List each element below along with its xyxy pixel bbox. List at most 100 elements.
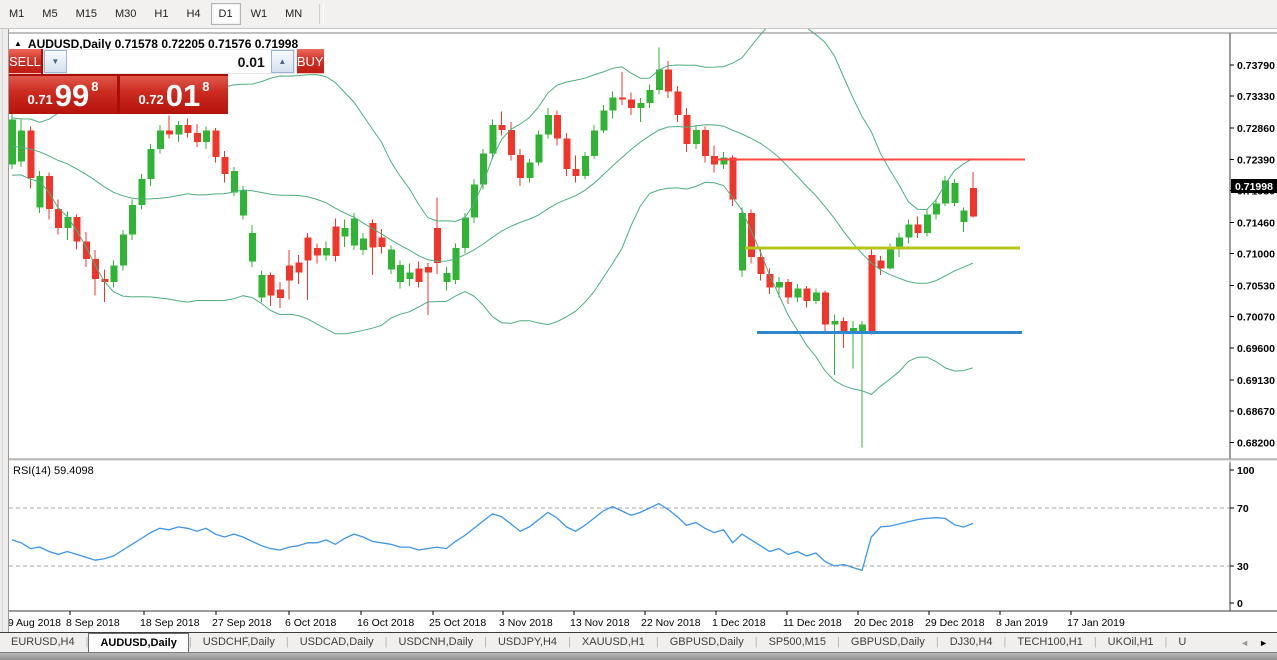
timeframe-button-m15[interactable]: M15: [68, 3, 105, 25]
date-axis-label: 25 Oct 2018: [429, 617, 486, 629]
candle-body: [443, 273, 451, 282]
symbol-triangle-icon: ▲: [14, 39, 22, 48]
timeframe-button-mn[interactable]: MN: [277, 3, 310, 25]
price-axis-label: 0.70530: [1237, 280, 1275, 292]
candle-body: [175, 125, 183, 135]
candle-body: [905, 224, 913, 238]
candle-body: [748, 212, 756, 257]
date-axis-label: 29 Dec 2018: [925, 617, 985, 629]
chart-tab-bar: EURUSD,H4 | AUDUSD,Daily | USDCHF,Daily | USDC…: [0, 632, 1277, 653]
tab-ukoil-h1[interactable]: UKOil,H1: [1097, 633, 1165, 653]
left-gutter: [0, 28, 9, 632]
price-axis-label: 0.71460: [1237, 217, 1275, 229]
bid-price-tag-label: 0.71998: [1235, 181, 1273, 193]
buy-price-sup: 8: [202, 79, 210, 94]
candle-body: [369, 223, 377, 248]
tab-dj30-h4[interactable]: DJ30,H4: [939, 633, 1004, 653]
sell-price-box[interactable]: 0.71 99 8: [9, 76, 117, 114]
volume-increase-icon[interactable]: ▲: [270, 50, 294, 73]
sell-button[interactable]: SELL: [9, 49, 41, 74]
candle-body: [572, 169, 580, 176]
candle-body: [692, 129, 700, 145]
timeframe-button-m5[interactable]: M5: [34, 3, 65, 25]
date-axis-label: 17 Jan 2019: [1067, 617, 1125, 629]
buy-price-small: 0.72: [138, 92, 164, 107]
tab-usdchf-daily[interactable]: USDCHF,Daily: [192, 633, 286, 653]
rsi-axis-label: 30: [1237, 561, 1249, 573]
candle-body: [951, 183, 959, 203]
sell-price-sup: 8: [91, 79, 99, 94]
candle-body: [674, 91, 682, 115]
price-axis-label: 0.70070: [1237, 311, 1275, 323]
tab-usdcad-daily[interactable]: USDCAD,Daily: [289, 633, 385, 653]
candle-body: [240, 190, 247, 216]
candle-body: [267, 275, 275, 296]
candle-body: [655, 69, 663, 90]
candle-body: [406, 272, 414, 280]
candle-body: [489, 125, 497, 154]
candle-body: [360, 238, 368, 251]
candle-body: [794, 288, 802, 298]
timeframe-button-h1[interactable]: H1: [146, 3, 176, 25]
candle-body: [138, 179, 146, 205]
candle-body: [859, 324, 867, 332]
timeframe-button-m30[interactable]: M30: [107, 3, 144, 25]
date-axis-label: 27 Sep 2018: [212, 617, 272, 629]
candle-body: [868, 254, 876, 332]
candle-body: [110, 265, 118, 282]
candle-body: [452, 248, 460, 280]
candle-body: [840, 321, 848, 332]
date-axis-label: 8 Jan 2019: [996, 617, 1048, 629]
candle-body: [295, 262, 303, 273]
candle-body: [960, 210, 968, 222]
volume-decrease-icon[interactable]: ▼: [43, 50, 67, 73]
tab-sp500-m15[interactable]: SP500,M15: [758, 633, 837, 653]
volume-input[interactable]: [66, 50, 271, 73]
candle-body: [637, 102, 645, 109]
buy-price-big: 01: [165, 77, 201, 113]
candle-body: [18, 130, 26, 162]
candle-body: [27, 130, 35, 178]
candle-body: [230, 171, 238, 193]
candle-body: [55, 208, 63, 228]
tab-eurusd-h4[interactable]: EURUSD,H4: [0, 633, 86, 653]
candle-body: [276, 289, 284, 299]
candle-body: [323, 248, 331, 256]
candle-body: [729, 157, 737, 200]
timeframe-button-m1[interactable]: M1: [1, 3, 32, 25]
date-axis-label: 13 Nov 2018: [570, 617, 630, 629]
date-axis-label: 11 Dec 2018: [783, 617, 842, 629]
rsi-indicator-label: RSI(14) 59.4098: [13, 465, 94, 477]
date-axis-label: 1 Dec 2018: [712, 617, 766, 629]
tab-usdcnh-daily[interactable]: USDCNH,Daily: [388, 633, 485, 653]
tab-xauusd-h1[interactable]: XAUUSD,H1: [571, 633, 656, 653]
tab-gbpusd-daily[interactable]: GBPUSD,Daily: [840, 633, 936, 653]
date-axis-label: 16 Oct 2018: [357, 617, 414, 629]
price-axis-label: 0.69130: [1237, 375, 1275, 387]
tab-scroll-left-icon[interactable]: ◄: [1235, 638, 1254, 648]
tab-gbpusd-daily[interactable]: GBPUSD,Daily: [659, 633, 755, 653]
candle-body: [646, 90, 654, 103]
candle-body: [775, 281, 783, 288]
timeframe-toolbar: M1 M5 M15 M30 H1 H4 D1 W1 MN: [0, 0, 1277, 29]
tab-u[interactable]: U: [1167, 633, 1197, 653]
rsi-line: [11, 502, 974, 572]
rsi-axis-label: 0: [1237, 598, 1243, 610]
tab-usdjpy-h4[interactable]: USDJPY,H4: [487, 633, 568, 653]
candle-body: [212, 130, 220, 157]
timeframe-button-d1[interactable]: D1: [210, 3, 241, 25]
candle-body: [554, 115, 562, 139]
price-axis-label: 0.72860: [1237, 123, 1275, 135]
candle-body: [434, 227, 442, 263]
buy-price-box[interactable]: 0.72 01 8: [120, 76, 228, 114]
candle-body: [387, 249, 395, 270]
tab-audusd-daily[interactable]: AUDUSD,Daily: [88, 633, 189, 653]
candle-body: [591, 130, 599, 157]
tab-scroll-right-icon[interactable]: ►: [1254, 638, 1273, 648]
candle-body: [313, 248, 321, 256]
candle-body: [350, 218, 358, 246]
tab-tech100-h1[interactable]: TECH100,H1: [1006, 633, 1093, 653]
buy-button[interactable]: BUY: [296, 49, 324, 74]
timeframe-button-w1[interactable]: W1: [243, 3, 276, 25]
timeframe-button-h4[interactable]: H4: [178, 3, 208, 25]
